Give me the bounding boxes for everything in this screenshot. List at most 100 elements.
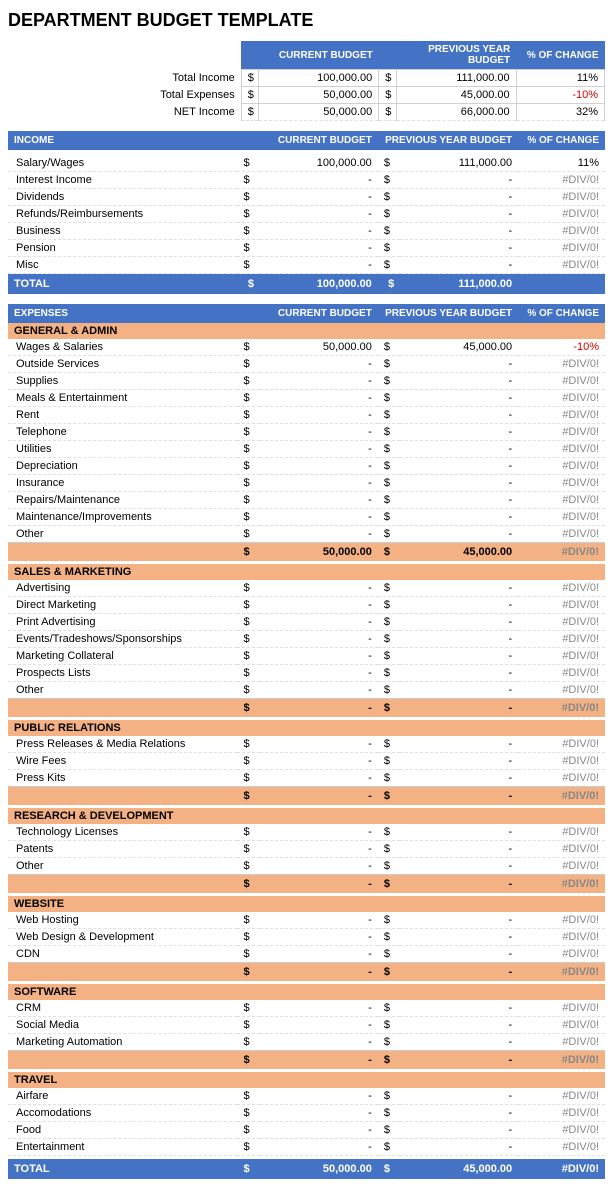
expenses-dollar2: $ xyxy=(378,665,400,682)
expenses-dollar: $ xyxy=(237,1088,259,1105)
income-dollar2: $ xyxy=(378,206,400,223)
expenses-dollar2: $ xyxy=(378,407,400,424)
expenses-data-row: Airfare $ - $ - #DIV/0! xyxy=(8,1088,605,1105)
income-total-dollar: $ xyxy=(237,274,259,295)
expenses-dollar: $ xyxy=(237,390,259,407)
income-row-label: Business xyxy=(8,223,237,240)
expenses-current: - xyxy=(260,356,378,373)
expenses-dollar: $ xyxy=(237,1034,259,1051)
expenses-data-row: Entertainment $ - $ - #DIV/0! xyxy=(8,1139,605,1156)
expenses-dollar: $ xyxy=(237,424,259,441)
expenses-current: - xyxy=(260,665,378,682)
income-current: - xyxy=(260,240,378,257)
income-pct: #DIV/0! xyxy=(518,172,605,189)
income-dollar: $ xyxy=(237,206,259,223)
expenses-section-total: $ - $ - #DIV/0! xyxy=(8,1051,605,1070)
expenses-previous: - xyxy=(400,1139,518,1156)
expenses-dollar: $ xyxy=(237,770,259,787)
expenses-data-row: Other $ - $ - #DIV/0! xyxy=(8,858,605,875)
expenses-row-label: Marketing Automation xyxy=(8,1034,237,1051)
expenses-current: - xyxy=(260,526,378,543)
expenses-row-label: Supplies xyxy=(8,373,237,390)
expenses-data-row: Prospects Lists $ - $ - #DIV/0! xyxy=(8,665,605,682)
expenses-section-total-dollar2: $ xyxy=(378,1051,400,1070)
income-pct: #DIV/0! xyxy=(518,189,605,206)
expenses-dollar2: $ xyxy=(378,753,400,770)
expenses-current: - xyxy=(260,1034,378,1051)
expenses-data-row: Other $ - $ - #DIV/0! xyxy=(8,526,605,543)
expenses-previous: - xyxy=(400,580,518,597)
expenses-data-row: CRM $ - $ - #DIV/0! xyxy=(8,1000,605,1017)
income-total-dollar2: $ xyxy=(378,274,400,295)
expenses-data-row: Supplies $ - $ - #DIV/0! xyxy=(8,373,605,390)
expenses-data-row: Press Kits $ - $ - #DIV/0! xyxy=(8,770,605,787)
expenses-dollar2: $ xyxy=(378,1105,400,1122)
expenses-dollar: $ xyxy=(237,1139,259,1156)
expenses-row-label: Meals & Entertainment xyxy=(8,390,237,407)
expenses-data-row: Wages & Salaries $ 50,000.00 $ 45,000.00… xyxy=(8,339,605,356)
expenses-current: - xyxy=(260,458,378,475)
income-current: - xyxy=(260,223,378,240)
expenses-row-label: Direct Marketing xyxy=(8,597,237,614)
expenses-current: - xyxy=(260,1105,378,1122)
expenses-grand-total-pct: #DIV/0! xyxy=(518,1159,605,1179)
expenses-category-label: SALES & MARKETING xyxy=(8,564,605,580)
expenses-dollar: $ xyxy=(237,682,259,699)
expenses-header-pct: % OF CHANGE xyxy=(518,304,605,323)
summary-dollar2: $ xyxy=(379,104,397,121)
expenses-pct: #DIV/0! xyxy=(518,597,605,614)
summary-row: NET Income $ 50,000.00 $ 66,000.00 32% xyxy=(8,104,605,121)
expenses-section-total-previous: - xyxy=(400,787,518,806)
income-header-label: INCOME xyxy=(8,131,237,150)
expenses-current: - xyxy=(260,1000,378,1017)
expenses-pct: #DIV/0! xyxy=(518,648,605,665)
expenses-category-label: TRAVEL xyxy=(8,1072,605,1088)
expenses-dollar: $ xyxy=(237,858,259,875)
expenses-section-total-current: - xyxy=(260,787,378,806)
expenses-dollar: $ xyxy=(237,458,259,475)
expenses-pct: #DIV/0! xyxy=(518,373,605,390)
summary-dollar: $ xyxy=(241,104,259,121)
expenses-data-row: Marketing Automation $ - $ - #DIV/0! xyxy=(8,1034,605,1051)
expenses-dollar: $ xyxy=(237,736,259,753)
expenses-data-row: Press Releases & Media Relations $ - $ -… xyxy=(8,736,605,753)
expenses-section-total-label xyxy=(8,875,237,894)
expenses-section-total-pct: #DIV/0! xyxy=(518,1051,605,1070)
expenses-dollar2: $ xyxy=(378,648,400,665)
expenses-grand-total-previous: 45,000.00 xyxy=(400,1159,518,1179)
expenses-category-header: WEBSITE xyxy=(8,896,605,912)
page-title: DEPARTMENT BUDGET TEMPLATE xyxy=(8,10,605,31)
expenses-data-row: Web Design & Development $ - $ - #DIV/0! xyxy=(8,929,605,946)
expenses-data-row: Telephone $ - $ - #DIV/0! xyxy=(8,424,605,441)
expenses-data-row: Depreciation $ - $ - #DIV/0! xyxy=(8,458,605,475)
expenses-category-header: GENERAL & ADMIN xyxy=(8,323,605,339)
summary-pct: 32% xyxy=(516,104,604,121)
income-row-label: Pension xyxy=(8,240,237,257)
expenses-row-label: Airfare xyxy=(8,1088,237,1105)
summary-dollar2: $ xyxy=(379,70,397,87)
expenses-dollar2: $ xyxy=(378,475,400,492)
expenses-row-label: Repairs/Maintenance xyxy=(8,492,237,509)
expenses-current: - xyxy=(260,441,378,458)
summary-dollar2: $ xyxy=(379,87,397,104)
expenses-previous: - xyxy=(400,1088,518,1105)
expenses-data-row: Patents $ - $ - #DIV/0! xyxy=(8,841,605,858)
expenses-section-total-current: - xyxy=(260,1051,378,1070)
income-dollar2: $ xyxy=(378,155,400,172)
expenses-section-total-label xyxy=(8,963,237,982)
expenses-section-total-dollar: $ xyxy=(237,963,259,982)
expenses-dollar2: $ xyxy=(378,339,400,356)
expenses-dollar2: $ xyxy=(378,1088,400,1105)
income-data-row: Dividends $ - $ - #DIV/0! xyxy=(8,189,605,206)
expenses-data-row: Wire Fees $ - $ - #DIV/0! xyxy=(8,753,605,770)
expenses-section-total-previous: - xyxy=(400,963,518,982)
expenses-section-total: $ 50,000.00 $ 45,000.00 #DIV/0! xyxy=(8,543,605,562)
expenses-current: - xyxy=(260,912,378,929)
expenses-section-total-previous: - xyxy=(400,875,518,894)
expenses-pct: #DIV/0! xyxy=(518,929,605,946)
expenses-current: - xyxy=(260,390,378,407)
expenses-header-previous: PREVIOUS YEAR BUDGET xyxy=(378,304,518,323)
expenses-data-row: CDN $ - $ - #DIV/0! xyxy=(8,946,605,963)
expenses-dollar: $ xyxy=(237,841,259,858)
expenses-category-header: SOFTWARE xyxy=(8,984,605,1000)
